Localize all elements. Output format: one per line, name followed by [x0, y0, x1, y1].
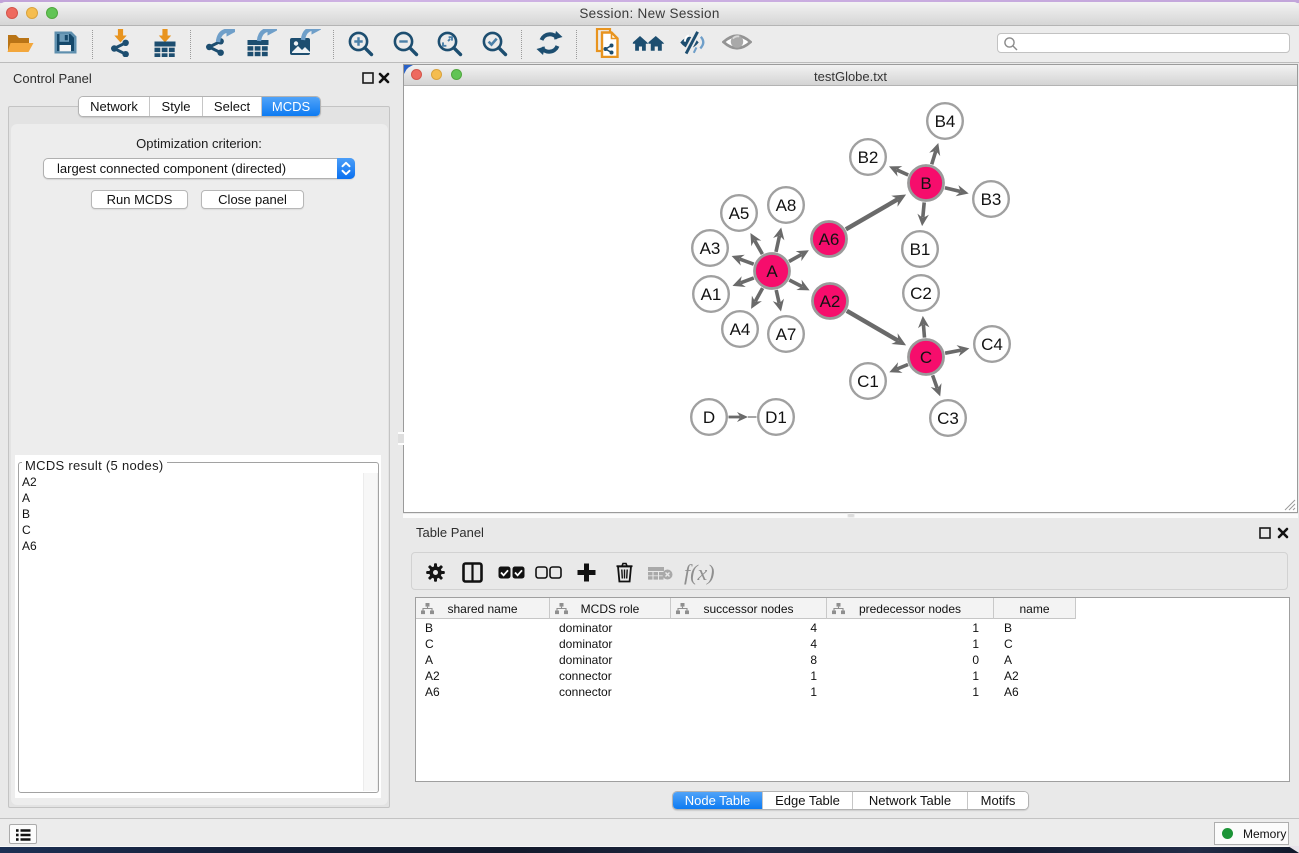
svg-text:C1: C1	[857, 372, 879, 391]
svg-text:B3: B3	[981, 190, 1002, 209]
svg-text:B1: B1	[910, 240, 931, 259]
svg-text:C2: C2	[910, 284, 932, 303]
svg-text:C3: C3	[937, 409, 959, 428]
svg-text:A2: A2	[820, 292, 841, 311]
svg-text:A8: A8	[776, 196, 797, 215]
svg-text:D1: D1	[765, 408, 787, 427]
svg-text:B: B	[920, 174, 931, 193]
svg-text:C4: C4	[981, 335, 1003, 354]
svg-text:B2: B2	[858, 148, 879, 167]
svg-text:A5: A5	[729, 204, 750, 223]
svg-text:A6: A6	[819, 230, 840, 249]
svg-text:A4: A4	[730, 320, 751, 339]
svg-text:A1: A1	[701, 285, 722, 304]
svg-text:D: D	[703, 408, 715, 427]
svg-text:A3: A3	[700, 239, 721, 258]
svg-text:A7: A7	[776, 325, 797, 344]
svg-text:A: A	[766, 262, 778, 281]
svg-text:C: C	[920, 348, 932, 367]
svg-text:B4: B4	[935, 112, 956, 131]
